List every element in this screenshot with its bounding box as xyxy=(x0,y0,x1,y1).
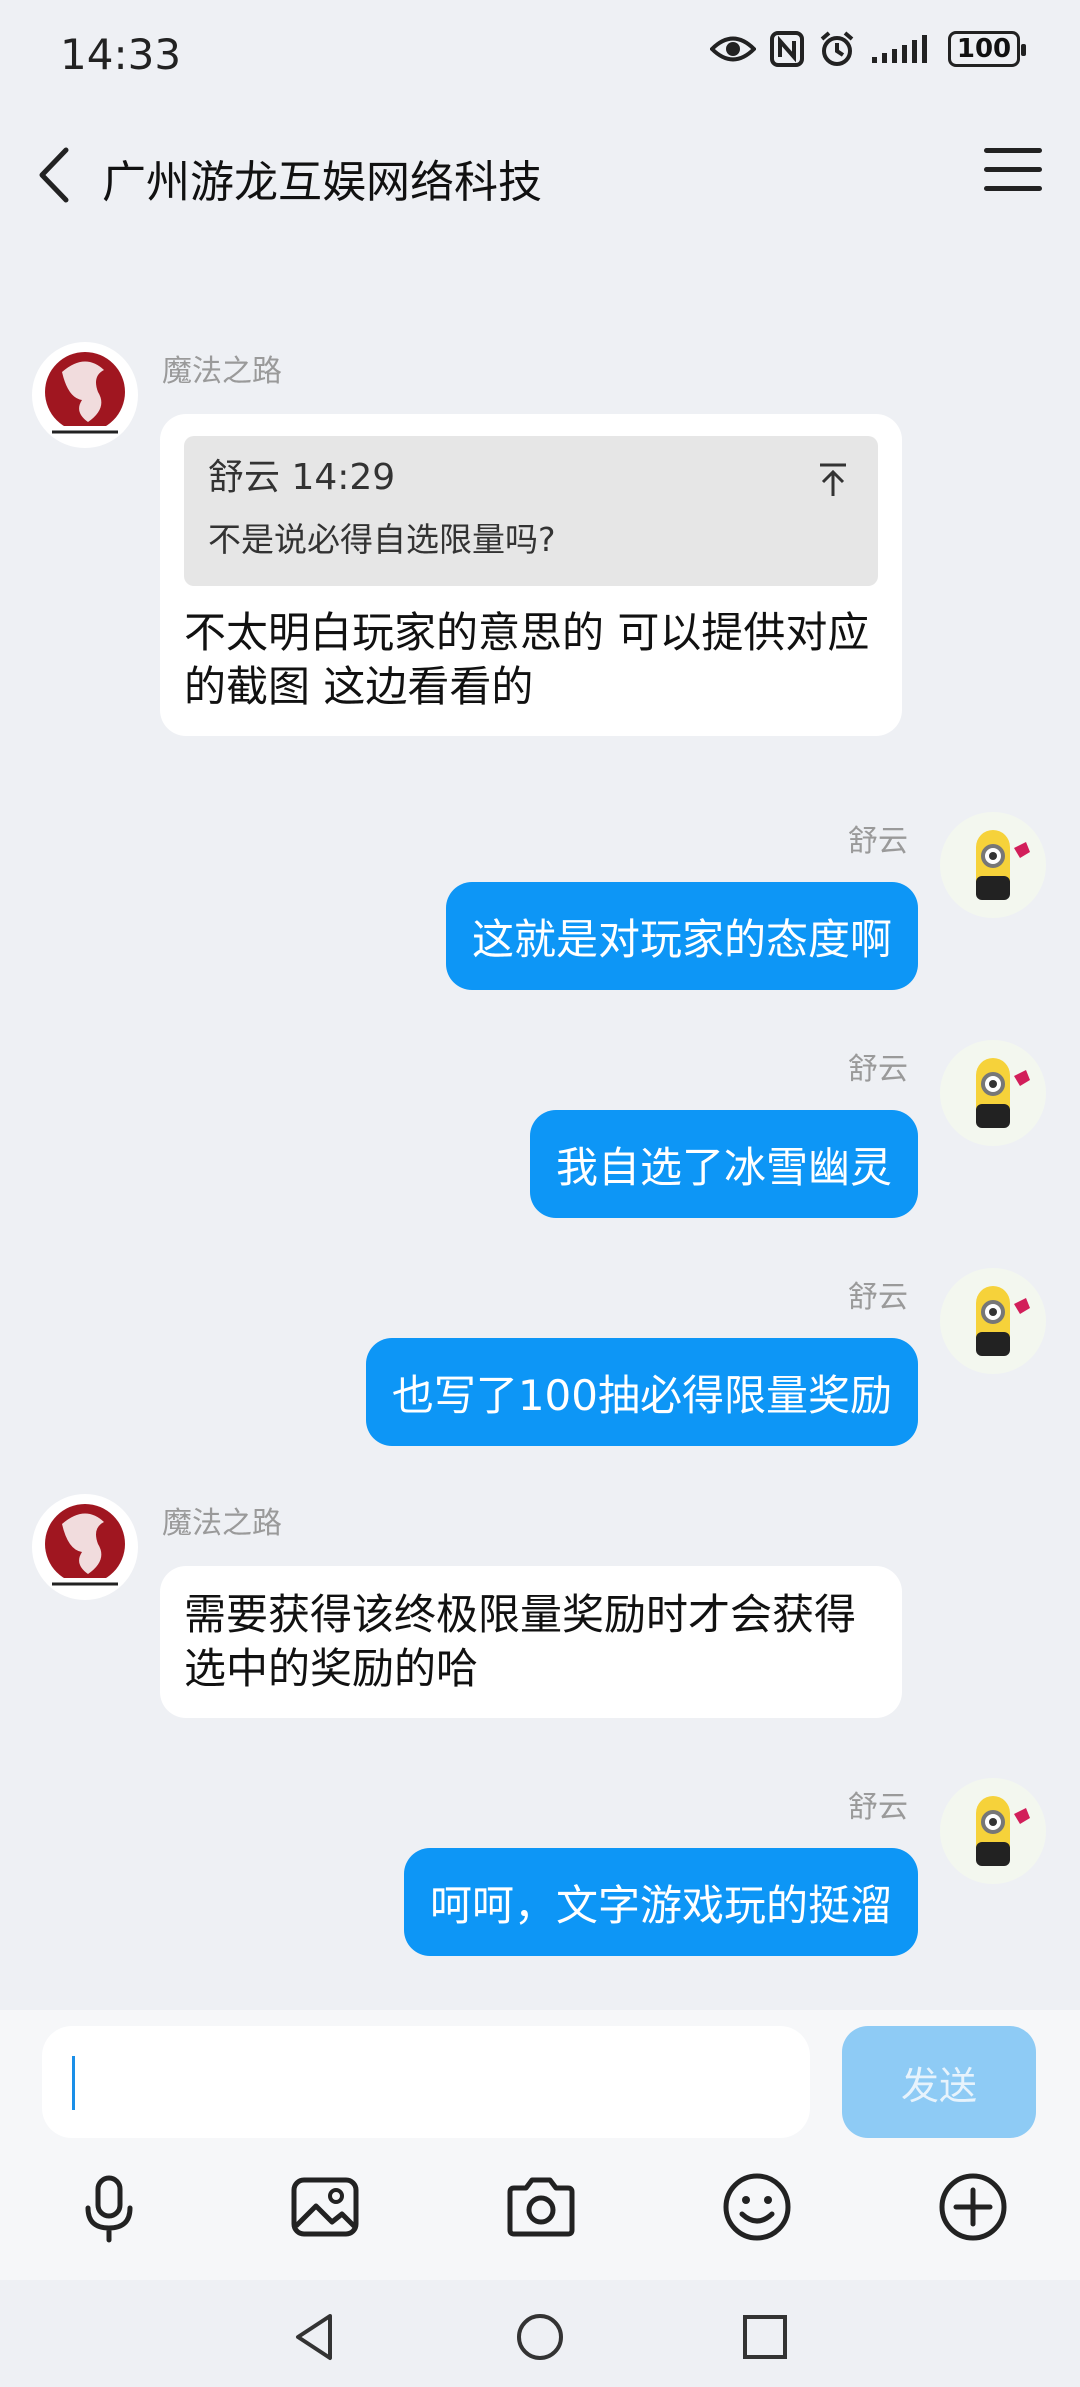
alarm-icon xyxy=(820,31,854,66)
signal-icon xyxy=(872,35,927,63)
battery-indicator: 100 xyxy=(948,31,1026,67)
quoted-message[interactable]: 舒云 14:29 不是说必得自选限量吗? xyxy=(184,436,878,586)
message-text: 不太明白玩家的意思的 可以提供对应的截图 这边看看的 xyxy=(184,608,870,711)
message-bubble[interactable]: 也写了100抽必得限量奖励 xyxy=(365,1338,918,1446)
nav-home-icon[interactable] xyxy=(513,2310,567,2364)
sender-name: 魔法之路 xyxy=(162,354,282,389)
minion-avatar-icon xyxy=(976,1286,1030,1356)
eye-icon xyxy=(710,36,756,62)
nfc-icon xyxy=(770,31,804,67)
text-cursor xyxy=(72,2056,75,2110)
message-text: 呵呵，文字游戏玩的挺溜 xyxy=(429,1880,892,1930)
message-text: 我自选了冰雪幽灵 xyxy=(555,1142,892,1192)
avatar[interactable] xyxy=(32,1494,138,1600)
message-bubble[interactable]: 舒云 14:29 不是说必得自选限量吗? 不太明白玩家的意思的 可以提供对应的截… xyxy=(160,414,902,736)
message-text: 也写了100抽必得限量奖励 xyxy=(391,1370,892,1420)
menu-icon[interactable] xyxy=(984,148,1042,202)
system-nav-bar xyxy=(0,2280,1080,2387)
dragon-logo-icon xyxy=(45,1504,125,1590)
minion-avatar-icon xyxy=(976,1058,1030,1128)
minion-avatar-icon xyxy=(976,830,1030,900)
plus-icon[interactable] xyxy=(936,2170,1010,2244)
send-button[interactable]: 发送 xyxy=(842,2026,1036,2138)
quote-meta: 舒云 14:29 xyxy=(208,457,396,498)
sender-name: 魔法之路 xyxy=(162,1506,282,1541)
avatar[interactable] xyxy=(940,812,1046,918)
nav-recents-icon[interactable] xyxy=(738,2310,792,2364)
message-text: 这就是对玩家的态度啊 xyxy=(471,914,892,964)
avatar[interactable] xyxy=(940,1778,1046,1884)
sender-name: 舒云 xyxy=(848,824,908,859)
status-icons: 100 xyxy=(710,30,1026,68)
avatar[interactable] xyxy=(940,1268,1046,1374)
status-time: 14:33 xyxy=(60,30,182,79)
sender-name: 舒云 xyxy=(848,1790,908,1825)
minion-avatar-icon xyxy=(976,1796,1030,1866)
sender-name: 舒云 xyxy=(848,1052,908,1087)
message-text: 需要获得该终极限量奖励时才会获得选中的奖励的哈 xyxy=(184,1590,857,1693)
message-bubble[interactable]: 需要获得该终极限量奖励时才会获得选中的奖励的哈 xyxy=(160,1566,902,1718)
avatar[interactable] xyxy=(940,1040,1046,1146)
microphone-icon[interactable] xyxy=(72,2170,146,2244)
back-icon[interactable] xyxy=(28,140,88,210)
dragon-logo-icon xyxy=(45,352,125,438)
scroll-to-top-icon[interactable] xyxy=(816,462,850,498)
sender-name: 舒云 xyxy=(848,1280,908,1315)
status-bar: 14:33 100 xyxy=(0,0,1080,110)
input-bar: 发送 xyxy=(0,2010,1080,2280)
nav-back-icon[interactable] xyxy=(288,2310,342,2364)
avatar[interactable] xyxy=(32,342,138,448)
message-bubble[interactable]: 这就是对玩家的态度啊 xyxy=(445,882,918,990)
message-bubble[interactable]: 呵呵，文字游戏玩的挺溜 xyxy=(403,1848,918,1956)
image-icon[interactable] xyxy=(288,2170,362,2244)
chat-header: 广州游龙互娱网络科技 xyxy=(0,130,1080,220)
chat-title: 广州游龙互娱网络科技 xyxy=(102,157,542,208)
camera-icon[interactable] xyxy=(504,2170,578,2244)
emoji-icon[interactable] xyxy=(720,2170,794,2244)
quote-text: 不是说必得自选限量吗? xyxy=(208,520,556,559)
message-bubble[interactable]: 我自选了冰雪幽灵 xyxy=(529,1110,918,1218)
message-input[interactable] xyxy=(42,2026,810,2138)
